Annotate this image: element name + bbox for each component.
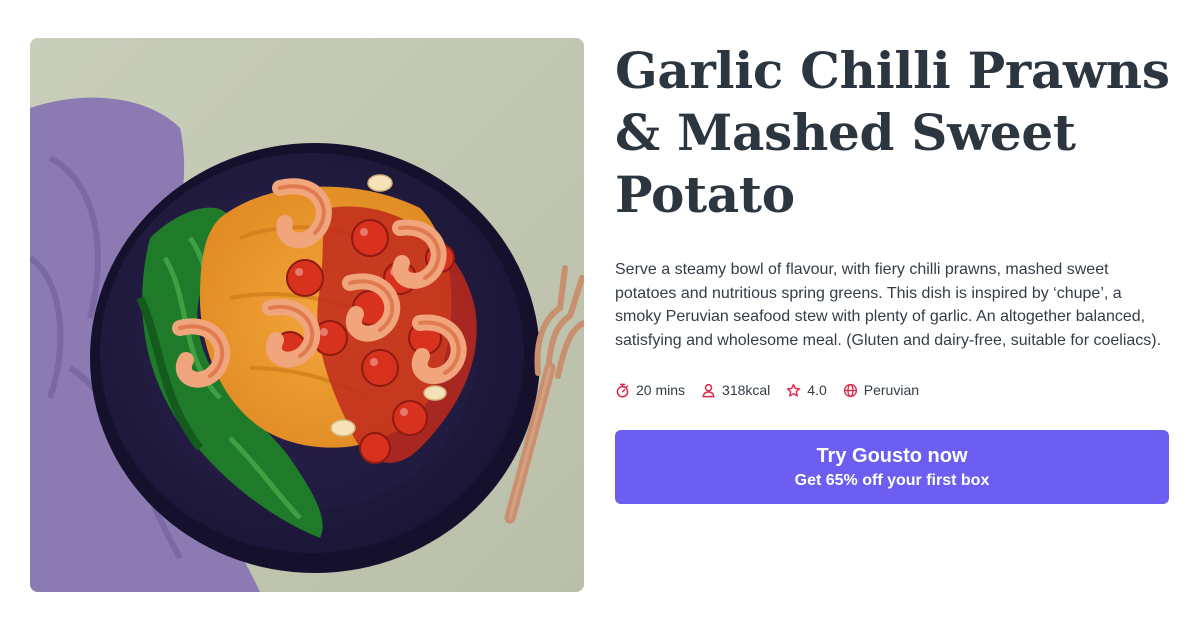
rating-value: 4.0 [807,382,827,398]
recipe-meta: 20 mins 318kcal 4.0 Peruvian [615,382,1170,398]
cta-title: Try Gousto now [816,445,968,467]
person-icon [702,383,715,397]
cook-time-value: 20 mins [636,382,686,398]
globe-icon [843,383,857,397]
recipe-card: Garlic Chilli Prawns & Mashed Sweet Pota… [0,0,1200,630]
cuisine: Peruvian [843,382,919,398]
calories-value: 318kcal [722,382,771,398]
cook-time: 20 mins [615,382,685,398]
calories: 318kcal [701,382,770,398]
recipe-content: Garlic Chilli Prawns & Mashed Sweet Pota… [615,40,1170,504]
try-gousto-button[interactable]: Try Gousto now Get 65% off your first bo… [615,430,1169,504]
cuisine-value: Peruvian [863,382,920,398]
star-icon [787,383,801,397]
cta-subtitle: Get 65% off your first box [794,472,990,489]
stopwatch-icon [616,383,629,398]
recipe-description: Serve a steamy bowl of flavour, with fie… [615,261,1162,349]
recipe-title: Garlic Chilli Prawns & Mashed Sweet Pota… [615,41,1170,224]
rating: 4.0 [786,382,827,398]
recipe-photo [30,38,584,592]
